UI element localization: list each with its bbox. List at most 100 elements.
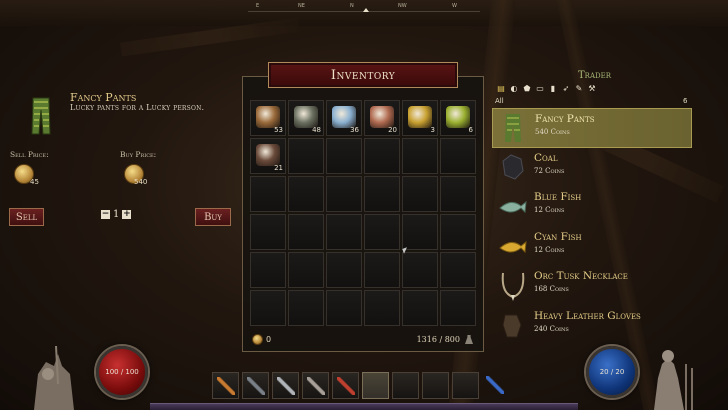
inventory-slot[interactable]	[250, 252, 286, 288]
item-count: 6	[468, 126, 473, 134]
gloves-icon	[502, 314, 522, 337]
compass-tick: NE	[298, 3, 305, 9]
inventory-slot[interactable]	[326, 290, 362, 326]
sell-price-value: 45	[30, 178, 39, 186]
carry-weight: 1316 / 800	[416, 335, 460, 344]
trader-item-count: 6	[683, 97, 688, 105]
inventory-slot[interactable]	[440, 290, 476, 326]
armor-filter-icon[interactable]: ◐	[509, 84, 519, 93]
trader-item-row[interactable]: Orc Tusk Necklace 168 Coins	[492, 266, 692, 306]
log-icon	[256, 106, 280, 128]
inventory-slot[interactable]	[288, 290, 324, 326]
torch-icon	[217, 377, 235, 395]
inventory-slot[interactable]	[250, 214, 286, 250]
item-count: 21	[274, 164, 283, 172]
trader-item-list: Fancy Pants 540 Coins Coal 72 Coins Blue Fis…	[492, 108, 692, 345]
decrease-quantity-button[interactable]: −	[101, 210, 110, 219]
coal-icon	[256, 144, 280, 166]
inventory-slot[interactable]	[326, 176, 362, 212]
misc-filter-icon[interactable]: ⚒	[587, 84, 597, 93]
trader-item-row[interactable]: Cyan Fish 12 Coins	[492, 227, 692, 267]
compass-tick: NW	[398, 3, 407, 9]
sell-price-label: Sell Price:	[10, 150, 49, 159]
inventory-slot[interactable]	[402, 290, 438, 326]
weapon-filter-icon[interactable]: ➶	[561, 84, 571, 93]
trader-item-row[interactable]: Coal 72 Coins	[492, 148, 692, 188]
inventory-slot[interactable]	[326, 252, 362, 288]
flower-icon	[446, 106, 470, 128]
hotbar	[212, 372, 509, 399]
inventory-slot[interactable]	[364, 138, 400, 174]
inventory-slot[interactable]	[250, 290, 286, 326]
inventory-slot[interactable]	[440, 138, 476, 174]
inventory-slot[interactable]: 36	[326, 100, 362, 136]
hotbar-slot[interactable]	[482, 372, 509, 399]
sell-button[interactable]: Sell	[9, 208, 44, 226]
increase-quantity-button[interactable]: +	[122, 210, 132, 219]
inventory-slot[interactable]	[364, 214, 400, 250]
hotbar-slot[interactable]	[422, 372, 449, 399]
inventory-slot[interactable]: 48	[288, 100, 324, 136]
inventory-slot[interactable]	[288, 176, 324, 212]
inventory-slot[interactable]	[364, 176, 400, 212]
hotbar-slot[interactable]	[302, 372, 329, 399]
mana-orb: 20 / 20	[586, 346, 638, 398]
scroll-filter-icon[interactable]: ▭	[535, 84, 545, 93]
trader-item-price: 72 Coins	[534, 166, 565, 175]
inventory-footer: 0 1316 / 800	[250, 332, 478, 348]
item-count: 36	[350, 126, 359, 134]
inventory-slot[interactable]	[288, 252, 324, 288]
inventory-slot[interactable]	[440, 214, 476, 250]
compass-tick: W	[452, 3, 457, 9]
inventory-slot[interactable]	[326, 138, 362, 174]
item-count: 48	[312, 126, 321, 134]
tool-filter-icon[interactable]: ✎	[574, 84, 584, 93]
inventory-slot[interactable]	[326, 214, 362, 250]
inventory-slot[interactable]	[288, 138, 324, 174]
cyan-fish-icon	[499, 240, 527, 253]
hotbar-slot[interactable]	[272, 372, 299, 399]
shield-filter-icon[interactable]: ⬟	[522, 84, 532, 93]
trader-title: Trader	[578, 70, 611, 81]
inventory-slot[interactable]	[440, 252, 476, 288]
trader-item-row[interactable]: Heavy Leather Gloves 240 Coins	[492, 306, 692, 346]
hotbar-slot[interactable]	[392, 372, 419, 399]
hotbar-slot[interactable]	[332, 372, 359, 399]
inventory-slot[interactable]: 20	[364, 100, 400, 136]
trader-item-name: Heavy Leather Gloves	[534, 309, 641, 322]
trader-item-price: 168 Coins	[534, 285, 569, 293]
health-orb: 100 / 100	[96, 346, 148, 398]
trader-item-price: 540 Coins	[535, 128, 570, 136]
all-filter-icon[interactable]: ▤	[496, 84, 506, 93]
item-count: 20	[388, 126, 397, 134]
hotbar-slot[interactable]	[242, 372, 269, 399]
inventory-slot[interactable]: 3	[402, 100, 438, 136]
trader-item-row[interactable]: Fancy Pants 540 Coins	[492, 108, 692, 148]
hotbar-slot[interactable]	[212, 372, 239, 399]
inventory-slot[interactable]	[364, 290, 400, 326]
inventory-slot[interactable]	[250, 176, 286, 212]
sword-icon	[277, 377, 295, 395]
axe-icon	[307, 377, 325, 395]
buy-button[interactable]: Buy	[195, 208, 231, 226]
hotbar-slot[interactable]	[362, 372, 389, 399]
inventory-slot[interactable]	[402, 138, 438, 174]
inventory-title: Inventory	[268, 62, 458, 88]
inventory-slot[interactable]	[402, 252, 438, 288]
inventory-slot[interactable]	[402, 214, 438, 250]
inventory-slot[interactable]	[440, 176, 476, 212]
inventory-slot[interactable]: 21	[250, 138, 286, 174]
inventory-slot[interactable]	[288, 214, 324, 250]
necklace-icon	[501, 272, 525, 301]
potion-filter-icon[interactable]: ▮	[548, 84, 558, 93]
hotbar-slot[interactable]	[452, 372, 479, 399]
inventory-slot[interactable]: 6	[440, 100, 476, 136]
inventory-slot[interactable]	[364, 252, 400, 288]
trader-item-name: Orc Tusk Necklace	[534, 270, 628, 282]
inventory-slot[interactable]: 53	[250, 100, 286, 136]
inventory-slot[interactable]	[402, 176, 438, 212]
trader-item-row[interactable]: Blue Fish 12 Coins	[492, 187, 692, 227]
item-count: 53	[274, 126, 283, 134]
trader-item-name: Blue Fish	[534, 191, 582, 203]
fish-icon	[332, 106, 356, 128]
